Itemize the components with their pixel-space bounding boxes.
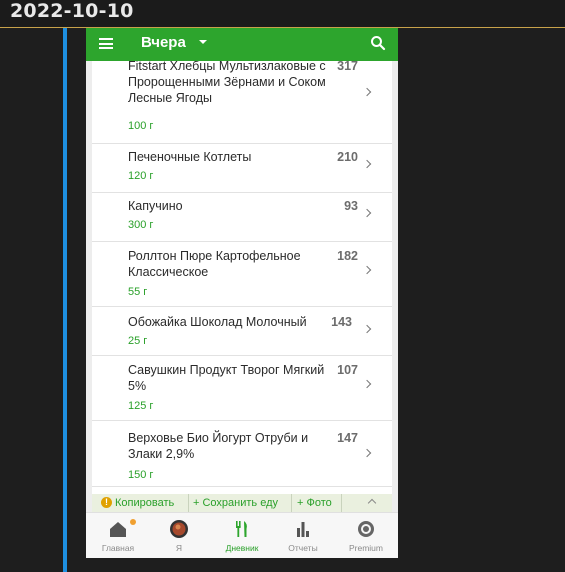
food-calories: 93 xyxy=(344,199,358,213)
food-weight: 125 г xyxy=(128,400,154,412)
chevron-up-icon[interactable] xyxy=(367,498,377,508)
premium-icon xyxy=(358,521,374,537)
food-weight: 300 г xyxy=(128,219,154,231)
food-calories: 143 xyxy=(331,315,352,329)
info-icon: ! xyxy=(101,497,112,508)
food-item[interactable]: Капучино 300 г 93 xyxy=(92,193,392,242)
fork-knife-icon xyxy=(236,521,247,537)
save-food-button[interactable]: + Сохранить еду xyxy=(193,496,278,510)
menu-icon[interactable] xyxy=(99,38,113,49)
add-photo-button[interactable]: + Фото xyxy=(297,496,332,510)
nav-me[interactable]: Я xyxy=(149,513,209,558)
food-item[interactable]: Fitstart Хлебцы Мультизлаковые с Пророще… xyxy=(92,61,392,144)
food-name: Роллтон Пюре Картофельное Классическое xyxy=(128,249,301,279)
nav-label: Отчеты xyxy=(288,543,318,553)
chevron-right-icon xyxy=(362,448,372,458)
bar-chart-icon xyxy=(297,522,309,537)
food-calories: 107 xyxy=(337,363,358,377)
nav-diary[interactable]: Дневник xyxy=(212,513,272,558)
divider xyxy=(341,494,342,512)
bottom-nav: Главная Я Дневник Отчеты Premium xyxy=(86,512,398,558)
date-bar: 2022-10-10 xyxy=(0,0,565,28)
chevron-right-icon xyxy=(362,379,372,389)
food-name: Капучино xyxy=(128,199,183,213)
food-name: Савушкин Продукт Творог Мягкий 5% xyxy=(128,363,325,393)
food-item[interactable]: Роллтон Пюре Картофельное Классическое 5… xyxy=(92,242,392,307)
chevron-right-icon xyxy=(362,87,372,97)
home-icon xyxy=(110,522,126,537)
avatar-icon xyxy=(170,520,188,538)
phone-screen: Вчера Fitstart Хлебцы Мультизлаковые с П… xyxy=(86,28,398,558)
food-name: Верховье Био Йогурт Отруби и Злаки 2,9% xyxy=(128,431,309,461)
food-calories: 317 xyxy=(337,61,358,73)
food-name: Fitstart Хлебцы Мультизлаковые с Пророще… xyxy=(128,61,326,105)
nav-premium[interactable]: Premium xyxy=(336,513,396,558)
food-weight: 25 г xyxy=(128,335,148,347)
food-name: Печеночные Котлеты xyxy=(128,150,252,164)
copy-button[interactable]: Копировать xyxy=(115,496,174,510)
chevron-right-icon xyxy=(362,265,372,275)
nav-home[interactable]: Главная xyxy=(88,513,148,558)
food-name: Обожайка Шоколад Молочный xyxy=(128,315,307,329)
food-item[interactable]: Верховье Био Йогурт Отруби и Злаки 2,9% … xyxy=(92,421,392,487)
food-list: Fitstart Хлебцы Мультизлаковые с Пророще… xyxy=(92,61,392,494)
nav-reports[interactable]: Отчеты xyxy=(273,513,333,558)
caret-down-icon[interactable] xyxy=(199,40,207,44)
date-label: 2022-10-10 xyxy=(10,0,134,22)
action-bar: ! Копировать + Сохранить еду + Фото xyxy=(92,494,392,512)
chevron-right-icon xyxy=(362,208,372,218)
food-calories: 210 xyxy=(337,150,358,164)
search-icon[interactable] xyxy=(370,35,386,51)
food-calories: 147 xyxy=(337,431,358,445)
food-weight: 150 г xyxy=(128,469,154,481)
chevron-right-icon xyxy=(362,159,372,169)
food-item[interactable]: Савушкин Продукт Творог Мягкий 5% 125 г … xyxy=(92,356,392,421)
chevron-right-icon xyxy=(362,324,372,334)
nav-label: Дневник xyxy=(225,543,259,553)
notification-dot xyxy=(130,519,136,525)
app-toolbar: Вчера xyxy=(86,28,398,61)
food-weight: 120 г xyxy=(128,170,154,182)
food-item[interactable]: Печеночные Котлеты 120 г 210 xyxy=(92,144,392,193)
nav-label: Premium xyxy=(348,543,383,553)
food-weight: 55 г xyxy=(128,286,148,298)
nav-label: Главная xyxy=(101,543,135,553)
nav-label: Я xyxy=(175,543,183,553)
food-weight: 100 г xyxy=(128,120,154,132)
food-calories: 182 xyxy=(337,249,358,263)
food-item[interactable]: Обожайка Шоколад Молочный 25 г 143 xyxy=(92,307,392,356)
side-divider xyxy=(63,28,67,572)
divider xyxy=(291,494,292,512)
divider xyxy=(188,494,189,512)
day-selector[interactable]: Вчера xyxy=(141,33,186,53)
